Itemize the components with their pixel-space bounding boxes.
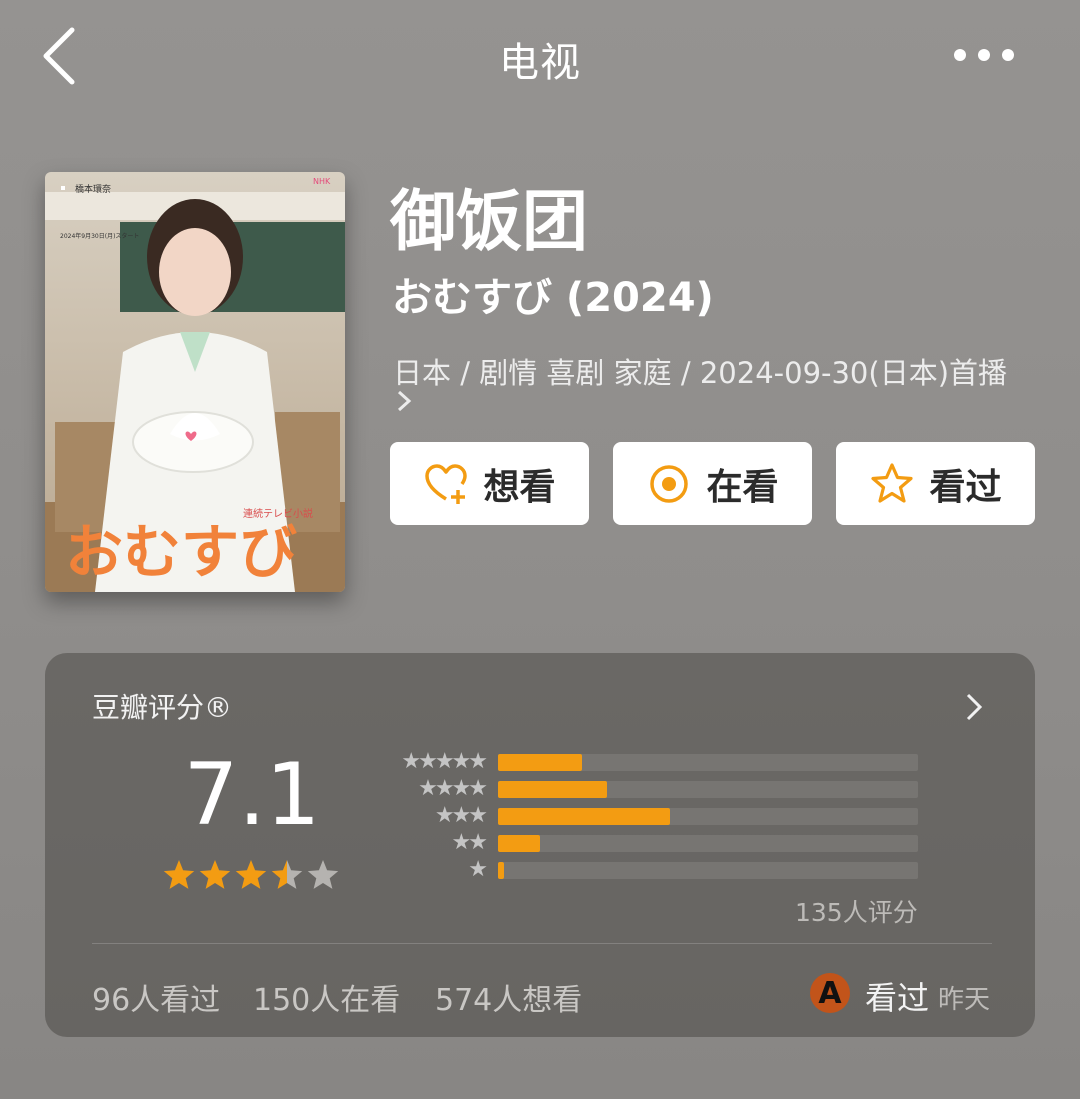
distribution-stars: ★ <box>468 857 488 882</box>
watching-count[interactable]: 150人在看 <box>253 975 400 1019</box>
rating-score: 7.1 <box>183 745 321 845</box>
rating-count: 135人评分 <box>795 898 918 927</box>
distribution-bar-track <box>498 835 918 852</box>
poster-artwork: 橋本環奈 2024年9月30日(月)スタート NHK 連続テレビ小説 おむすび <box>45 172 345 592</box>
poster-logo: おむすび <box>65 518 297 586</box>
wish-count[interactable]: 574人想看 <box>435 975 582 1019</box>
rating-chevron-icon[interactable] <box>963 691 985 723</box>
distribution-row: ★★★ <box>375 805 935 827</box>
distribution-bar-track <box>498 808 918 825</box>
original-title: おむすび (2024) <box>392 275 714 321</box>
poster-image[interactable]: 橋本環奈 2024年9月30日(月)スタート NHK 連続テレビ小説 おむすび <box>45 172 345 592</box>
meta-info[interactable]: 日本 / 剧情 喜剧 家庭 / 2024-09-30(日本)首播 <box>393 352 1007 394</box>
distribution-bar <box>498 808 671 825</box>
distribution-row: ★★★★ <box>375 778 935 800</box>
distribution-row: ★★★★★ <box>375 751 935 773</box>
watched-count[interactable]: 96人看过 <box>92 975 220 1019</box>
star-outline-icon <box>871 462 914 503</box>
poster-date: 2024年9月30日(月)スタート <box>60 232 139 240</box>
distribution-bar <box>498 835 540 852</box>
user-activity: 看过 <box>865 979 930 1017</box>
rating-card[interactable]: 豆瓣评分® 7.1 ★★★★★ ★★★★ ★★★ ★★ ★ 135人评分 96人看过 1… <box>45 653 1035 1037</box>
distribution-stars: ★★ <box>451 830 488 855</box>
avatar[interactable]: A <box>810 973 850 1013</box>
watching-button[interactable]: 在看 <box>613 442 812 525</box>
poster-brand: NHK <box>313 177 331 186</box>
distribution-bar <box>498 781 608 798</box>
distribution-stars: ★★★★★ <box>401 749 488 774</box>
poster-cast: 橋本環奈 <box>75 183 111 195</box>
more-icon[interactable] <box>950 40 1020 70</box>
distribution-stars: ★★★★ <box>418 776 488 801</box>
star-icon <box>235 860 267 889</box>
rating-label: 豆瓣评分® <box>92 691 233 724</box>
distribution-row: ★ <box>375 859 935 881</box>
target-icon <box>650 464 689 503</box>
want-to-watch-button[interactable]: 想看 <box>390 442 589 525</box>
rating-distribution: ★★★★★ ★★★★ ★★★ ★★ ★ <box>375 751 935 886</box>
distribution-bar-track <box>498 754 918 771</box>
title: 御饭团 <box>390 183 588 260</box>
heart-plus-icon <box>425 463 468 504</box>
distribution-bar-track <box>498 862 918 879</box>
divider <box>92 943 992 944</box>
star-icon <box>199 860 231 889</box>
user-activity-time: 昨天 <box>938 985 991 1015</box>
rating-stars <box>163 860 339 889</box>
distribution-bar-track <box>498 781 918 798</box>
star-icon <box>163 860 195 889</box>
meta-chevron-icon[interactable] <box>393 388 415 414</box>
distribution-stars: ★★★ <box>434 803 488 828</box>
watched-label: 看过 <box>929 466 1002 508</box>
page-title: 电视 <box>499 40 581 86</box>
distribution-row: ★★ <box>375 832 935 854</box>
distribution-bar <box>498 862 505 879</box>
distribution-bar <box>498 754 582 771</box>
watching-label: 在看 <box>706 466 779 508</box>
watched-button[interactable]: 看过 <box>836 442 1035 525</box>
star-icon <box>271 860 303 889</box>
want-label: 想看 <box>483 466 556 508</box>
star-icon <box>307 860 339 889</box>
